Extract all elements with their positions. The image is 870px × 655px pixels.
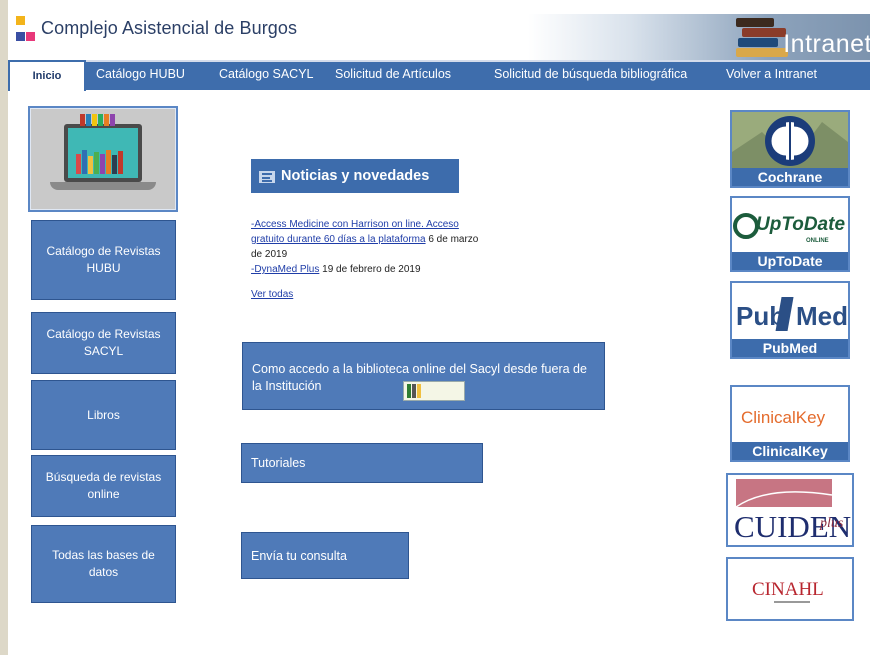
nav-catalogo-sacyl[interactable]: Catálogo SACYL (219, 67, 314, 81)
news-date: 19 de febrero de 2019 (319, 264, 421, 275)
digital-library-image[interactable] (28, 106, 178, 212)
nav-volver-intranet[interactable]: Volver a Intranet (726, 67, 817, 81)
cochrane-logo (732, 112, 848, 168)
remote-access-button[interactable]: Como accedo a la biblioteca online del S… (242, 342, 605, 410)
cochrane-link[interactable]: Cochrane (730, 110, 850, 188)
nav-catalogo-hubu[interactable]: Catálogo HUBU (96, 67, 185, 81)
svg-text:ClinicalKey: ClinicalKey (741, 408, 826, 427)
svg-text:UpToDate: UpToDate (756, 214, 845, 235)
site-title: Complejo Asistencial de Burgos (41, 18, 298, 38)
site-header: Complejo Asistencial de Burgos Intranet (8, 0, 870, 60)
sidebar-item-revistas-sacyl[interactable]: Catálogo de Revistas SACYL (31, 312, 176, 374)
send-query-button[interactable]: Envía tu consulta (241, 532, 409, 579)
nav-solicitud-busqueda[interactable]: Solicitud de búsqueda bibliográfica (494, 67, 687, 81)
main-nav: Inicio Catálogo HUBU Catálogo SACYL Soli… (8, 60, 870, 91)
news-link-dynamed[interactable]: -DynaMed Plus (251, 264, 319, 275)
pubmed-caption: PubMed (732, 339, 848, 357)
sidebar-item-busqueda-revistas[interactable]: Búsqueda de revistas online (31, 455, 176, 517)
hospital-logo (16, 16, 38, 50)
cinahl-link[interactable]: CINAHL (726, 557, 854, 621)
nav-tab-inicio[interactable]: Inicio (8, 60, 86, 91)
nav-solicitud-articulos[interactable]: Solicitud de Artículos (335, 67, 451, 81)
svg-text:plus: plus (819, 516, 844, 531)
newspaper-icon (259, 171, 275, 183)
news-header[interactable]: Noticias y novedades (251, 159, 459, 193)
uptodate-link[interactable]: UpToDate ONLINE UpToDate (730, 196, 850, 272)
uptodate-logo: UpToDate ONLINE (732, 198, 848, 252)
pubmed-logo: Pub Med (732, 283, 848, 339)
news-title: Noticias y novedades (281, 168, 430, 184)
library-badge-icon (403, 381, 465, 401)
clinicalkey-logo: ClinicalKey (732, 387, 848, 442)
intranet-banner-text: Intranet (783, 30, 870, 58)
sidebar-item-libros[interactable]: Libros (31, 380, 176, 450)
pubmed-link[interactable]: Pub Med PubMed (730, 281, 850, 359)
cuiden-logo: CUIDEN plus (728, 475, 852, 545)
svg-text:CINAHL: CINAHL (752, 579, 824, 600)
svg-text:ONLINE: ONLINE (806, 238, 829, 244)
sidebar-item-bases-datos[interactable]: Todas las bases de datos (31, 525, 176, 603)
clinicalkey-link[interactable]: ClinicalKey ClinicalKey (730, 385, 850, 462)
svg-text:Med: Med (796, 301, 848, 331)
sidebar-item-revistas-hubu[interactable]: Catálogo de Revistas HUBU (31, 220, 176, 300)
see-all-news-link[interactable]: Ver todas (251, 289, 293, 300)
uptodate-caption: UpToDate (732, 252, 848, 270)
laptop-icon (64, 124, 142, 182)
tutorials-button[interactable]: Tutoriales (241, 443, 483, 483)
books-icon (80, 114, 124, 126)
cochrane-caption: Cochrane (732, 168, 848, 186)
intranet-banner[interactable]: Intranet (528, 14, 870, 60)
page: Complejo Asistencial de Burgos Intranet … (8, 0, 870, 655)
cuiden-link[interactable]: CUIDEN plus (726, 473, 854, 547)
clinicalkey-caption: ClinicalKey (732, 442, 848, 460)
cinahl-logo: CINAHL (728, 559, 852, 619)
news-list: -Access Medicine con Harrison on line. A… (251, 217, 491, 277)
